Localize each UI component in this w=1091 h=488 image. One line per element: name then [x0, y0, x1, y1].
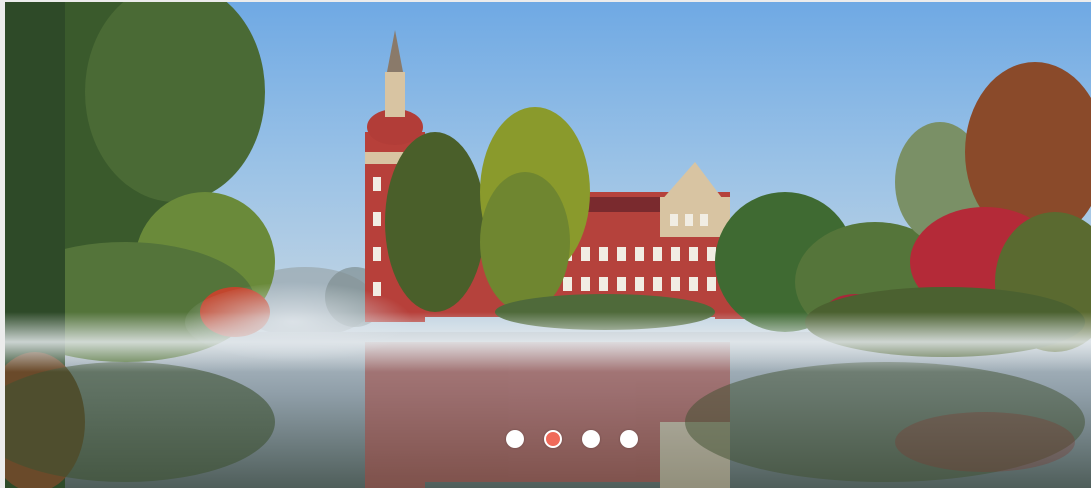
- carousel-indicators: [0, 430, 1091, 450]
- carousel-slide-image[interactable]: [5, 2, 1091, 488]
- carousel-indicator-3[interactable]: [581, 430, 600, 448]
- carousel-indicator-2[interactable]: [543, 430, 562, 448]
- carousel-indicator-1[interactable]: [505, 430, 524, 448]
- image-carousel: [0, 0, 1091, 488]
- castle-landscape-photo: [5, 2, 1091, 488]
- carousel-indicator-4[interactable]: [619, 430, 638, 448]
